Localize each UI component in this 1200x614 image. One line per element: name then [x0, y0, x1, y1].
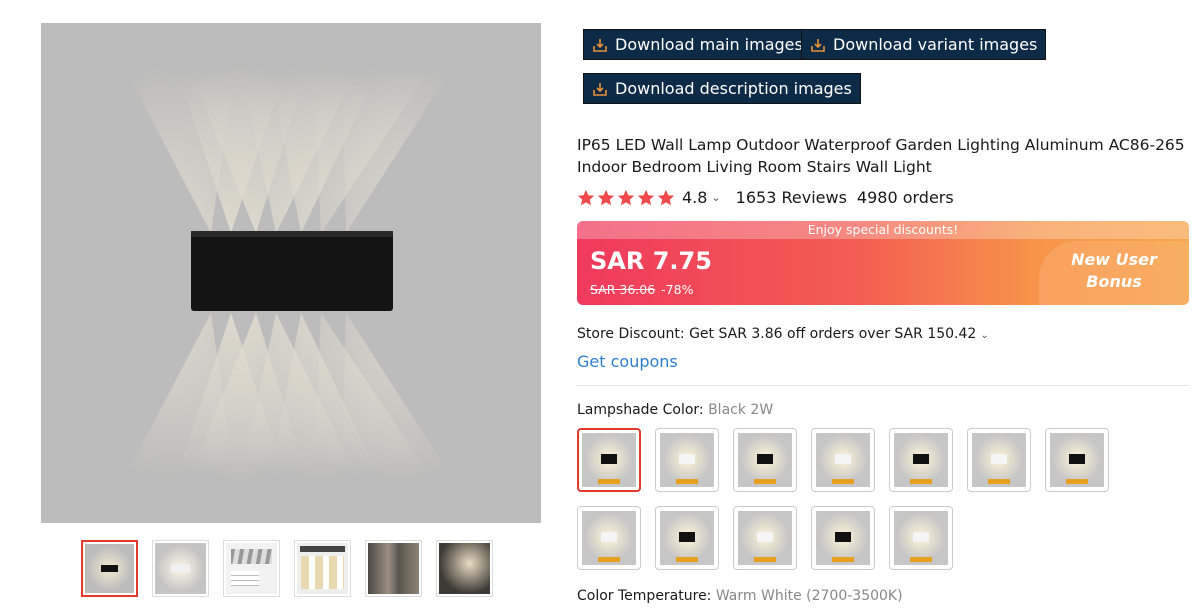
download-main-images-button[interactable]: Download main images: [583, 29, 812, 60]
download-description-images-label: Download description images: [615, 79, 852, 98]
lampshade-swatch[interactable]: [889, 506, 953, 570]
lampshade-label-text: Lampshade Color:: [577, 402, 704, 418]
swatch-image: [894, 511, 948, 565]
lampshade-swatch[interactable]: [655, 428, 719, 492]
price-banner: Enjoy special discounts! SAR 7.75 SAR 36…: [577, 221, 1189, 305]
bonus-line-1: New User: [1071, 250, 1157, 269]
current-price: SAR 7.75: [590, 247, 712, 275]
swatch-image: [660, 511, 714, 565]
thumbnail-2[interactable]: [152, 540, 209, 597]
lampshade-swatch[interactable]: [655, 506, 719, 570]
main-product-image: [41, 23, 541, 523]
swatch-image: [972, 433, 1026, 487]
temperature-selected-value: Warm White (2700-3500K): [715, 588, 903, 604]
color-temperature-label: Color Temperature: Warm White (2700-3500…: [577, 588, 903, 604]
swatch-image: [582, 433, 636, 487]
lampshade-swatch[interactable]: [733, 506, 797, 570]
original-price: SAR 36.06: [590, 282, 656, 297]
thumbnail-3[interactable]: [223, 540, 280, 597]
star-icon: [597, 189, 615, 205]
download-icon: [811, 38, 825, 52]
divider: [577, 385, 1189, 386]
thumbnail-1[interactable]: [81, 540, 138, 597]
thumbnail-strip: [81, 540, 493, 597]
original-price-row: SAR 36.06 -78%: [590, 282, 693, 297]
thumbnail-6[interactable]: [436, 540, 493, 597]
thumbnail-4[interactable]: [294, 540, 351, 597]
download-description-images-button[interactable]: Download description images: [583, 73, 861, 104]
swatch-image: [816, 433, 870, 487]
rating-row: 4.8 ⌄ 1653 Reviews 4980 orders: [577, 188, 954, 207]
get-coupons-link[interactable]: Get coupons: [577, 352, 678, 371]
lampshade-swatch[interactable]: [811, 506, 875, 570]
star-icon: [577, 189, 595, 205]
lampshade-swatch[interactable]: [577, 506, 641, 570]
swatch-image: [894, 433, 948, 487]
star-icon: [637, 189, 655, 205]
chevron-down-icon: ⌄: [980, 330, 989, 341]
rating-score[interactable]: 4.8: [682, 188, 707, 207]
temperature-label-text: Color Temperature:: [577, 588, 712, 604]
swatch-image: [738, 511, 792, 565]
lampshade-swatch[interactable]: [577, 428, 641, 492]
store-discount-text: Store Discount: Get SAR 3.86 off orders …: [577, 326, 977, 342]
swatch-image: [660, 433, 714, 487]
swatch-image: [582, 511, 636, 565]
order-count: 4980 orders: [856, 188, 954, 207]
lampshade-swatches: [577, 428, 1137, 570]
swatch-image: [1050, 433, 1104, 487]
lampshade-swatch[interactable]: [811, 428, 875, 492]
rating-stars: [577, 189, 675, 207]
bonus-line-2: Bonus: [1086, 272, 1142, 291]
download-main-images-label: Download main images: [615, 35, 803, 54]
lampshade-swatch[interactable]: [889, 428, 953, 492]
swatch-image: [738, 433, 792, 487]
chevron-down-icon[interactable]: ⌄: [711, 191, 720, 204]
product-title: IP65 LED Wall Lamp Outdoor Waterproof Ga…: [577, 136, 1185, 176]
star-icon: [617, 189, 635, 205]
review-count[interactable]: 1653 Reviews: [736, 188, 847, 207]
thumbnail-5[interactable]: [365, 540, 422, 597]
lampshade-swatch[interactable]: [1045, 428, 1109, 492]
discount-percent: -78%: [661, 282, 694, 297]
swatch-image: [816, 511, 870, 565]
lampshade-swatch[interactable]: [967, 428, 1031, 492]
star-icon: [657, 189, 675, 205]
download-variant-images-label: Download variant images: [833, 35, 1038, 54]
store-discount[interactable]: Store Discount: Get SAR 3.86 off orders …: [577, 326, 989, 342]
download-icon: [593, 82, 607, 96]
lampshade-selected-value: Black 2W: [708, 402, 774, 418]
download-icon: [593, 38, 607, 52]
new-user-bonus-badge: New User Bonus: [1039, 241, 1189, 305]
lampshade-color-label: Lampshade Color: Black 2W: [577, 402, 773, 418]
download-variant-images-button[interactable]: Download variant images: [801, 29, 1047, 60]
lampshade-swatch[interactable]: [733, 428, 797, 492]
discount-strip: Enjoy special discounts!: [577, 221, 1189, 239]
